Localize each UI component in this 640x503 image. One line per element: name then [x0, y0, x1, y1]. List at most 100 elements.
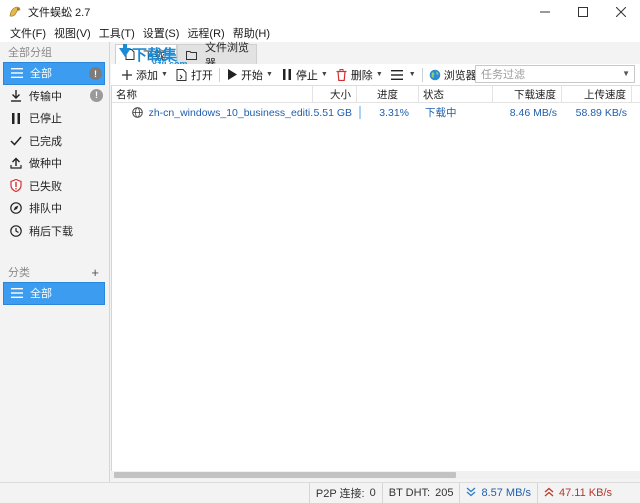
delete-label: 删除 [350, 69, 373, 82]
browser-button[interactable]: 浏览器 [425, 65, 481, 85]
globe-file-icon [132, 107, 144, 119]
clock-icon [9, 224, 23, 238]
stop-label: 停止 [295, 69, 318, 82]
app-logo-icon [8, 5, 22, 19]
chevron-down-icon: ▼ [375, 71, 383, 78]
bt-dht: BT DHT: 205 [381, 483, 460, 503]
add-button[interactable]: 添加 ▼ [117, 65, 172, 85]
task-filter-input[interactable]: 任务过滤 ▼ [475, 65, 635, 83]
more-menu-button[interactable]: ▼ [387, 65, 420, 85]
sidebar-item-label: 排队中 [29, 203, 62, 216]
plus-icon [121, 69, 133, 81]
menu-settings[interactable]: 设置(S) [139, 25, 184, 41]
chevron-down-icon[interactable]: ▼ [622, 69, 630, 78]
status-bar: P2P 连接: 0 BT DHT: 205 8.57 MB/s 47.11 KB… [0, 482, 640, 503]
sidebar-item-queued[interactable]: 排队中 [3, 197, 105, 220]
title-bar: 文件蜈蚣 2.7 [0, 0, 640, 24]
maximize-button[interactable] [564, 0, 602, 24]
sidebar-item-all[interactable]: 全部 ! [3, 62, 105, 85]
list-icon [10, 286, 24, 300]
alert-badge: ! [89, 67, 102, 80]
table-row[interactable]: zh-cn_windows_10_business_editi... 5.51 … [112, 104, 640, 121]
window-title: 文件蜈蚣 2.7 [28, 7, 91, 19]
column-header-download-speed[interactable]: 下载速度 [493, 86, 562, 103]
stop-button[interactable]: 停止 ▼ [277, 65, 332, 85]
task-progress: 3.31% [379, 106, 409, 119]
group-header: 全部分组 [8, 47, 52, 59]
window-controls [526, 0, 640, 24]
minimize-button[interactable] [526, 0, 564, 24]
sidebar-item-label: 传输中 [29, 90, 62, 103]
total-download-speed: 8.57 MB/s [459, 483, 537, 503]
toolbar-separator [218, 67, 220, 82]
sidebar-item-transferring[interactable]: 传输中 ! [3, 85, 105, 108]
task-progress-bar: 3.31% [357, 104, 419, 121]
check-icon [9, 134, 23, 148]
task-filter-placeholder: 任务过滤 [481, 69, 525, 81]
sidebar-category-all[interactable]: 全部 [3, 282, 105, 305]
task-status: 下载中 [425, 107, 457, 119]
globe-icon [429, 69, 441, 81]
dht-label: BT DHT: [388, 487, 431, 499]
download-speed-value: 8.57 MB/s [481, 487, 531, 499]
hamburger-menu-icon [390, 69, 403, 81]
add-label: 添加 [136, 69, 158, 82]
sidebar-item-label: 做种中 [29, 158, 62, 171]
column-header-upload-speed[interactable]: 上传速度 [562, 86, 632, 103]
menu-file[interactable]: 文件(F) [6, 25, 50, 41]
folder-icon [186, 49, 197, 60]
p2p-connections: P2P 连接: 0 [308, 483, 382, 503]
chevron-down-icon: ▼ [320, 71, 328, 78]
dht-value: 205 [435, 487, 454, 499]
sidebar-item-label: 全部 [30, 288, 52, 301]
download-icon [9, 89, 23, 103]
p2p-label: P2P 连接: [315, 488, 365, 500]
sidebar-item-stopped[interactable]: 已停止 [3, 107, 105, 130]
double-chevron-down-icon [466, 487, 476, 500]
sidebar-item-later[interactable]: 稍后下载 [3, 220, 105, 243]
menu-tools[interactable]: 工具(T) [95, 25, 139, 41]
scrollbar-thumb[interactable] [114, 472, 456, 478]
progress-fill [359, 106, 361, 119]
column-header-size[interactable]: 大小 [313, 86, 357, 103]
sidebar-item-seeding[interactable]: 做种中 [3, 152, 105, 175]
p2p-value: 0 [369, 487, 376, 499]
pause-icon [281, 69, 293, 81]
column-header-name[interactable]: 名称 [112, 86, 313, 103]
close-button[interactable] [602, 0, 640, 24]
sidebar-item-completed[interactable]: 已完成 [3, 130, 105, 153]
add-category-button[interactable]: + [91, 265, 99, 280]
horizontal-scrollbar[interactable] [111, 471, 640, 479]
sidebar-item-label: 已失败 [29, 180, 62, 193]
delete-button[interactable]: 删除 ▼ [332, 65, 387, 85]
tab-bar: 下载 文件浏览器 [111, 42, 640, 70]
start-button[interactable]: 开始 ▼ [222, 65, 277, 85]
alert-badge: ! [90, 88, 103, 102]
maximize-icon [578, 7, 588, 17]
menu-bar: 文件(F) 视图(V) 工具(T) 设置(S) 远程(R) 帮助(H) [0, 24, 640, 42]
watermark-arrow-icon [119, 44, 131, 57]
column-header-status[interactable]: 状态 [419, 86, 493, 103]
sidebar-item-label: 已停止 [29, 113, 62, 126]
double-chevron-up-icon [544, 487, 554, 500]
column-header-progress[interactable]: 进度 [357, 86, 419, 103]
task-name-cell: zh-cn_windows_10_business_editi... [112, 104, 313, 121]
close-icon [616, 7, 626, 17]
error-shield-icon [9, 179, 23, 193]
task-download-speed: 8.46 MB/s [509, 106, 557, 119]
sidebar-item-failed[interactable]: 已失败 [3, 175, 105, 198]
chevron-down-icon: ▼ [265, 71, 273, 78]
tab-file-browser[interactable]: 文件浏览器 [177, 42, 257, 70]
task-size: 5.51 GB [313, 106, 352, 119]
menu-view[interactable]: 视图(V) [50, 25, 95, 41]
chevron-down-icon: ▼ [408, 71, 416, 78]
task-table: 名称 大小 进度 状态 下载速度 上传速度 zh-cn_windows_10_b… [111, 86, 640, 471]
open-file-icon [176, 68, 188, 81]
sidebar-item-label: 稍后下载 [29, 225, 73, 238]
trash-icon [336, 68, 348, 81]
category-header: 分类 + [0, 262, 109, 282]
total-upload-speed: 47.11 KB/s [537, 483, 640, 503]
open-button[interactable]: 打开 [172, 65, 217, 85]
toolbar-separator [421, 67, 423, 82]
play-icon [226, 69, 238, 81]
